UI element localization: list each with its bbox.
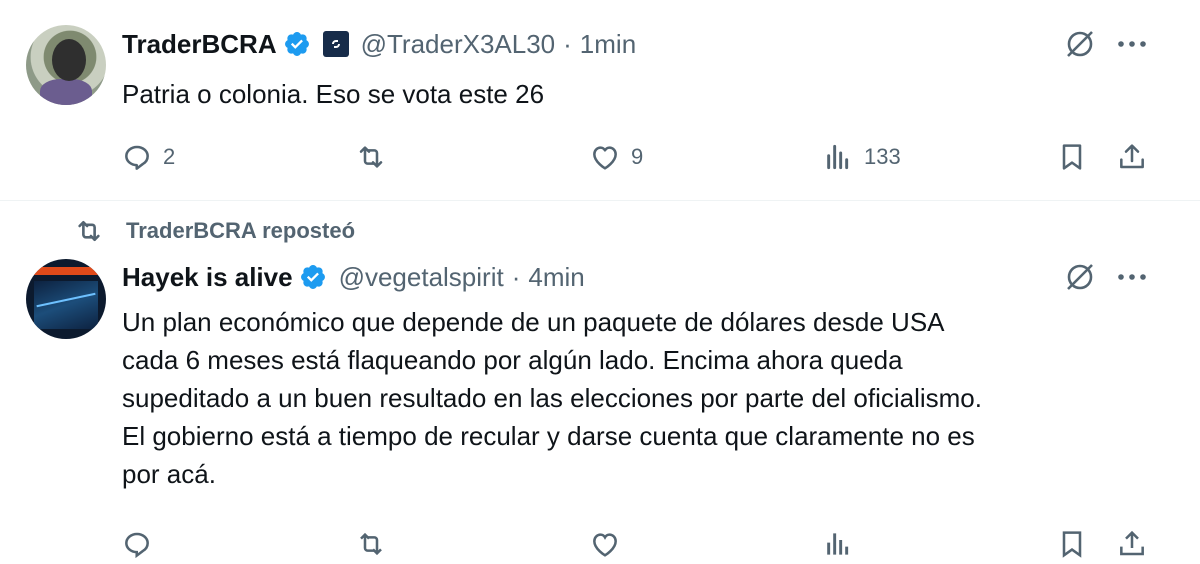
verified-badge-icon[interactable] <box>299 263 327 291</box>
reply-button[interactable] <box>121 524 153 564</box>
repost-label[interactable]: TraderBCRA reposteó <box>126 218 355 244</box>
reply-count: 2 <box>163 144 176 169</box>
avatar[interactable] <box>26 259 106 339</box>
more-icon[interactable] <box>1115 27 1149 61</box>
like-button[interactable]: 9 <box>589 137 643 177</box>
avatar[interactable] <box>26 25 106 105</box>
views-button[interactable] <box>822 524 854 564</box>
repost-context: TraderBCRA reposteó <box>74 213 355 249</box>
tweet-text: Un plan económico que depende de un paqu… <box>122 303 982 493</box>
repost-button[interactable] <box>355 524 387 564</box>
like-icon <box>593 533 617 557</box>
tweet-actions <box>0 524 1200 564</box>
timeline-feed: TraderBCRA @TraderX3AL30 · 1min Patria o… <box>0 0 1200 559</box>
repost-icon <box>359 146 383 168</box>
grok-icon[interactable] <box>1063 260 1097 294</box>
bookmark-button[interactable] <box>1056 524 1088 564</box>
repost-icon <box>360 532 382 556</box>
tweet-text: Patria o colonia. Eso se vota este 26 <box>122 79 545 109</box>
share-icon <box>1120 144 1144 169</box>
repost-button[interactable] <box>355 137 397 177</box>
views-icon <box>827 533 849 555</box>
reply-icon <box>125 145 149 170</box>
tweet-header: Hayek is alive @vegetalspirit · 4min <box>122 259 585 295</box>
affiliate-badge-icon[interactable] <box>322 31 349 57</box>
view-count: 133 <box>864 144 901 169</box>
like-icon <box>593 146 617 170</box>
tweet-text-line: por acá. <box>122 459 216 489</box>
verified-badge-icon[interactable] <box>283 30 311 58</box>
tweet-text-line: supeditado a un buen resultado en las el… <box>122 383 982 413</box>
share-button[interactable] <box>1116 137 1148 177</box>
like-button[interactable] <box>589 524 621 564</box>
tweet-time[interactable]: 1min <box>580 29 636 60</box>
author-name[interactable]: Hayek is alive <box>122 262 293 293</box>
like-count: 9 <box>631 144 644 169</box>
views-icon <box>827 144 849 170</box>
reply-icon <box>125 532 149 559</box>
separator-dot: · <box>563 28 572 59</box>
author-handle[interactable]: @TraderX3AL30 <box>361 29 556 60</box>
author-name[interactable]: TraderBCRA <box>122 29 277 60</box>
tweet-actions: 2 9 133 <box>0 137 1200 177</box>
reply-button[interactable]: 2 <box>121 137 175 177</box>
tweet-text-line: El gobierno está a tiempo de recular y d… <box>122 421 975 451</box>
grok-icon[interactable] <box>1063 27 1097 61</box>
repost-icon <box>78 220 100 242</box>
bookmark-icon <box>1062 144 1082 170</box>
share-button[interactable] <box>1116 524 1148 564</box>
bookmark-icon <box>1062 531 1082 558</box>
share-icon <box>1120 530 1144 556</box>
tweet-time[interactable]: 4min <box>528 262 584 293</box>
tweet-header: TraderBCRA @TraderX3AL30 · 1min <box>122 26 636 62</box>
separator-dot: · <box>511 261 521 292</box>
author-handle[interactable]: @vegetalspirit <box>339 262 504 293</box>
tweet[interactable]: TraderBCRA reposteó Hayek is alive @vege… <box>0 201 1200 559</box>
bookmark-button[interactable] <box>1056 137 1088 177</box>
tweet-text-line: Un plan económico que depende de un paqu… <box>122 307 945 337</box>
views-button[interactable]: 133 <box>822 137 901 177</box>
tweet[interactable]: TraderBCRA @TraderX3AL30 · 1min Patria o… <box>0 0 1200 200</box>
more-icon[interactable] <box>1115 260 1149 294</box>
tweet-text-line: cada 6 meses está flaqueando por algún l… <box>122 345 903 375</box>
